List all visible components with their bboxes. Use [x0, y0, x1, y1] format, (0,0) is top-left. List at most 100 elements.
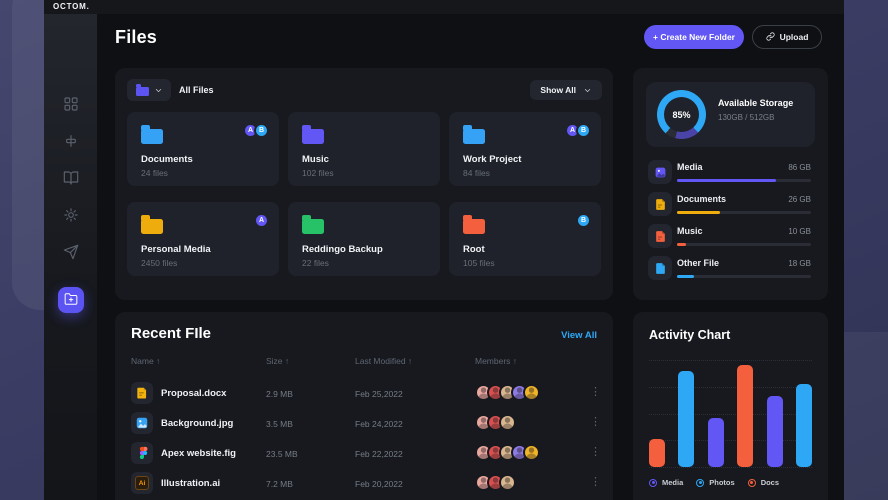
badge-b: B — [254, 123, 269, 138]
folder-card-personal-media[interactable]: A Personal Media 2450 files — [127, 202, 279, 276]
folder-icon — [463, 125, 485, 144]
row-menu-button[interactable] — [590, 444, 601, 461]
sidebar-item-library[interactable] — [58, 166, 84, 192]
folder-grid: AB Documents 24 files Music 102 files AB… — [127, 112, 601, 276]
folder-icon — [135, 84, 149, 96]
storage-progress-fill — [677, 243, 687, 246]
app-window: OCTOM. Files + Create New Folder Upload — [44, 0, 844, 500]
file-icon — [648, 256, 672, 280]
sidebar-item-settings[interactable] — [58, 203, 84, 229]
avatar — [499, 474, 516, 491]
folder-icon — [302, 215, 324, 234]
file-name: Apex website.fig — [161, 448, 236, 459]
member-avatars — [475, 444, 540, 461]
badge-b: B — [576, 123, 591, 138]
folder-name: Root — [463, 244, 485, 255]
table-row[interactable]: Ai Illustration.ai 7.2 MB Feb 20,2022 — [115, 468, 613, 498]
storage-item-other-file[interactable]: Other File 18 GB — [648, 256, 811, 280]
bar — [737, 365, 754, 467]
filter-label: All Files — [179, 85, 214, 95]
sidebar-item-files-active[interactable] — [57, 287, 84, 313]
file-name: Background.jpg — [161, 418, 234, 429]
folder-card-music[interactable]: Music 102 files — [288, 112, 440, 186]
folder-card-reddingo-backup[interactable]: Reddingo Backup 22 files — [288, 202, 440, 276]
storage-percent: 85% — [664, 97, 699, 132]
member-badges: AB — [243, 123, 269, 138]
row-menu-button[interactable] — [590, 384, 601, 401]
avatar — [499, 414, 516, 431]
storage-progress-track — [677, 179, 811, 182]
show-all-dropdown[interactable]: Show All — [530, 80, 602, 100]
folder-name: Reddingo Backup — [302, 244, 383, 255]
folder-card-work-project[interactable]: AB Work Project 84 files — [449, 112, 601, 186]
storage-subtitle: 130GB / 512GB — [718, 113, 775, 122]
view-all-link[interactable]: View All — [561, 330, 597, 341]
file-modified: Feb 22,2022 — [355, 449, 403, 459]
table-row[interactable]: Background.jpg 3.5 MB Feb 24,2022 — [115, 408, 613, 438]
storage-item-documents[interactable]: Documents 26 GB — [648, 192, 811, 216]
file-size: 7.2 MB — [266, 479, 293, 489]
image-icon — [648, 160, 672, 184]
column-header-name[interactable]: Name ↑ — [131, 356, 160, 366]
folder-filter-dropdown[interactable] — [127, 79, 171, 101]
column-header-modified[interactable]: Last Modified ↑ — [355, 356, 412, 366]
file-modified: Feb 20,2022 — [355, 479, 403, 489]
member-badges: A — [254, 213, 269, 228]
file-name: Proposal.docx — [161, 388, 227, 399]
apps-grid-icon — [63, 96, 79, 115]
storage-item-music[interactable]: Music 10 GB — [648, 224, 811, 248]
upload-button[interactable]: Upload — [752, 25, 822, 49]
folder-name: Work Project — [463, 154, 522, 165]
folder-file-count: 24 files — [141, 168, 168, 178]
storage-progress-fill — [677, 211, 720, 214]
storage-donut-chart: 85% — [657, 90, 706, 139]
recent-files-panel: Recent FIle View All Name ↑ Size ↑ Last … — [115, 312, 613, 500]
page-title: Files — [115, 27, 158, 47]
table-row[interactable]: Proposal.docx 2.9 MB Feb 25,2022 — [115, 378, 613, 408]
legend-dot-icon — [747, 478, 756, 487]
column-header-members[interactable]: Members ↑ — [475, 356, 517, 366]
align-center-icon — [63, 133, 79, 152]
bar — [649, 439, 665, 467]
book-icon — [63, 170, 79, 189]
sidebar-item-dashboard[interactable] — [58, 92, 84, 118]
storage-item-label: Music — [677, 226, 703, 236]
row-menu-button[interactable] — [590, 474, 601, 491]
settings-icon — [63, 207, 79, 226]
file-name: Illustration.ai — [161, 478, 221, 489]
storage-panel: 85% Available Storage 130GB / 512GB Medi… — [633, 68, 828, 300]
badge-b: B — [576, 213, 591, 228]
member-badges: AB — [565, 123, 591, 138]
bars — [649, 360, 812, 467]
folder-icon — [463, 215, 485, 234]
sidebar — [44, 14, 97, 500]
bar-chart-plot — [649, 360, 812, 468]
folder-card-root[interactable]: B Root 105 files — [449, 202, 601, 276]
chevron-down-icon — [583, 86, 592, 95]
sidebar-item-align[interactable] — [58, 129, 84, 155]
storage-item-media[interactable]: Media 86 GB — [648, 160, 811, 184]
folder-name: Documents — [141, 154, 193, 165]
badge-a: A — [254, 213, 269, 228]
storage-progress-track — [677, 275, 811, 278]
column-header-size[interactable]: Size ↑ — [266, 356, 289, 366]
send-icon — [63, 244, 79, 263]
table-row[interactable]: Apex website.fig 23.5 MB Feb 22,2022 — [115, 438, 613, 468]
figma-icon — [131, 442, 153, 464]
file-size: 3.5 MB — [266, 419, 293, 429]
bar — [766, 396, 783, 467]
chevron-down-icon — [154, 86, 163, 95]
document-icon — [131, 382, 153, 404]
folder-icon — [141, 215, 163, 234]
storage-item-label: Media — [677, 162, 703, 172]
bar — [678, 370, 695, 467]
create-new-folder-button[interactable]: + Create New Folder — [644, 25, 744, 49]
sidebar-item-share[interactable] — [58, 240, 84, 266]
file-size: 2.9 MB — [266, 389, 293, 399]
member-avatars — [475, 414, 516, 431]
folder-card-documents[interactable]: AB Documents 24 files — [127, 112, 279, 186]
new-folder-icon — [64, 292, 78, 309]
folder-file-count: 84 files — [463, 168, 490, 178]
row-menu-button[interactable] — [590, 414, 601, 431]
storage-summary-card: 85% Available Storage 130GB / 512GB — [646, 82, 815, 147]
